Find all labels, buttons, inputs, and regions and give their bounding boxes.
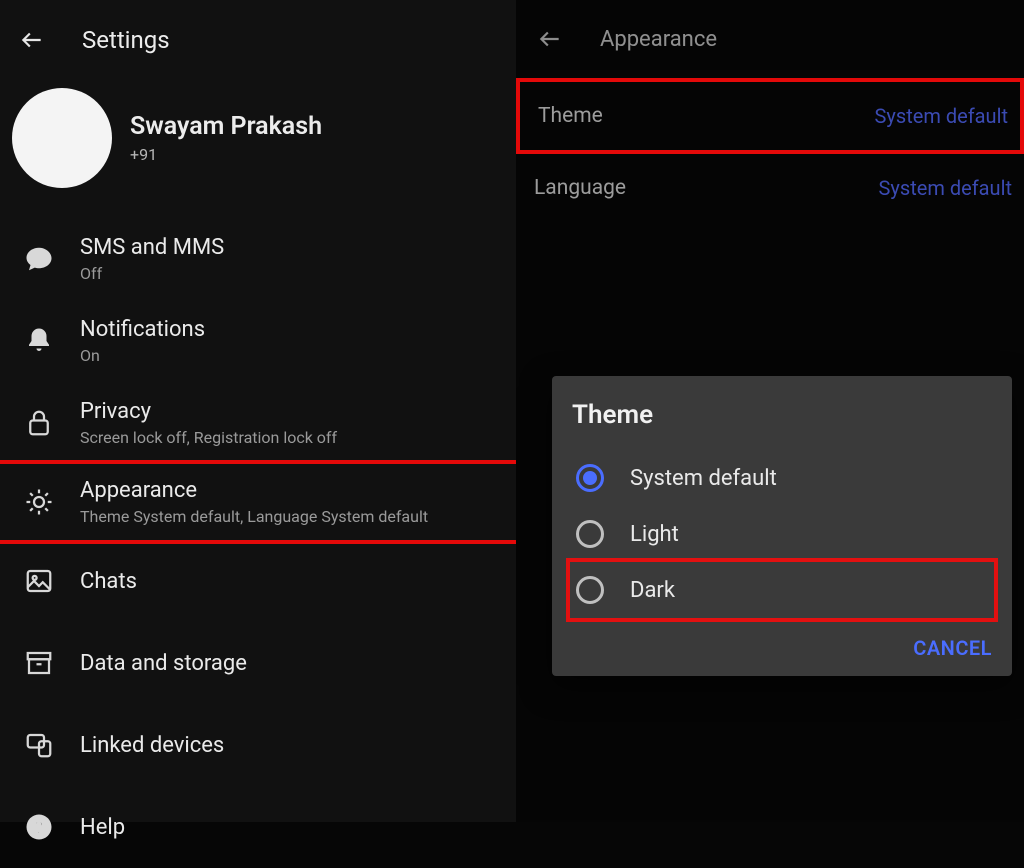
appearance-screen: Appearance Theme System default Language… — [516, 0, 1024, 822]
help-icon: ? — [22, 810, 56, 844]
settings-item-sms[interactable]: SMS and MMS Off — [0, 218, 516, 300]
settings-item-sub: Off — [80, 264, 504, 283]
settings-item-title: Appearance — [80, 478, 504, 503]
theme-row[interactable]: Theme System default — [516, 78, 1024, 154]
theme-option-dark[interactable]: Dark — [566, 558, 998, 622]
linked-devices-icon — [22, 728, 56, 762]
bell-icon — [22, 324, 56, 358]
appearance-title: Appearance — [600, 27, 717, 52]
settings-item-title: Data and storage — [80, 651, 504, 676]
profile-name: Swayam Prakash — [130, 112, 322, 141]
settings-item-appearance[interactable]: Appearance Theme System default, Languag… — [0, 460, 520, 544]
theme-option-light[interactable]: Light — [570, 506, 994, 562]
settings-screen: Settings Swayam Prakash +91 SMS and MMS … — [0, 0, 516, 822]
dialog-actions: CANCEL — [570, 618, 994, 662]
settings-item-sub: Screen lock off, Registration lock off — [80, 428, 504, 447]
settings-item-linked-devices[interactable]: Linked devices — [0, 704, 516, 786]
brightness-icon — [22, 485, 56, 519]
settings-header: Settings — [0, 0, 516, 80]
settings-title: Settings — [82, 26, 170, 54]
radio-icon — [576, 576, 604, 604]
settings-item-notifications[interactable]: Notifications On — [0, 300, 516, 382]
radio-icon — [576, 464, 604, 492]
lock-icon — [22, 406, 56, 440]
avatar — [12, 88, 112, 188]
profile-row[interactable]: Swayam Prakash +91 — [0, 80, 516, 218]
radio-icon — [576, 520, 604, 548]
svg-text:?: ? — [35, 818, 44, 838]
settings-item-help[interactable]: ? Help — [0, 786, 516, 868]
settings-list: SMS and MMS Off Notifications On Privacy… — [0, 218, 516, 868]
settings-item-title: Privacy — [80, 399, 504, 424]
settings-item-title: Notifications — [80, 317, 504, 342]
settings-item-sub: On — [80, 346, 504, 365]
settings-item-sub: Theme System default, Language System de… — [80, 507, 504, 526]
settings-item-title: Chats — [80, 569, 504, 594]
language-row-value: System default — [879, 176, 1012, 200]
chat-bubble-icon — [22, 242, 56, 276]
theme-option-label: Light — [630, 522, 679, 547]
settings-item-storage[interactable]: Data and storage — [0, 622, 516, 704]
theme-dialog-title: Theme — [572, 400, 994, 430]
settings-item-title: SMS and MMS — [80, 235, 504, 260]
profile-phone: +91 — [130, 145, 322, 164]
image-icon — [22, 564, 56, 598]
language-row[interactable]: Language System default — [516, 154, 1024, 222]
theme-dialog: Theme System default Light Dark CANCEL — [552, 376, 1012, 676]
language-row-key: Language — [534, 176, 626, 200]
theme-option-label: System default — [630, 466, 777, 491]
settings-item-title: Help — [80, 815, 504, 840]
archive-icon — [22, 646, 56, 680]
theme-option-system-default[interactable]: System default — [570, 450, 994, 506]
back-arrow-icon[interactable] — [18, 26, 46, 54]
settings-item-privacy[interactable]: Privacy Screen lock off, Registration lo… — [0, 382, 516, 464]
appearance-header: Appearance — [516, 0, 1024, 78]
theme-row-key: Theme — [538, 104, 603, 128]
settings-item-title: Linked devices — [80, 733, 504, 758]
settings-item-chats[interactable]: Chats — [0, 540, 516, 622]
back-arrow-icon[interactable] — [536, 25, 564, 53]
theme-option-label: Dark — [630, 578, 675, 603]
theme-row-value: System default — [875, 104, 1008, 128]
cancel-button[interactable]: CANCEL — [913, 636, 992, 660]
